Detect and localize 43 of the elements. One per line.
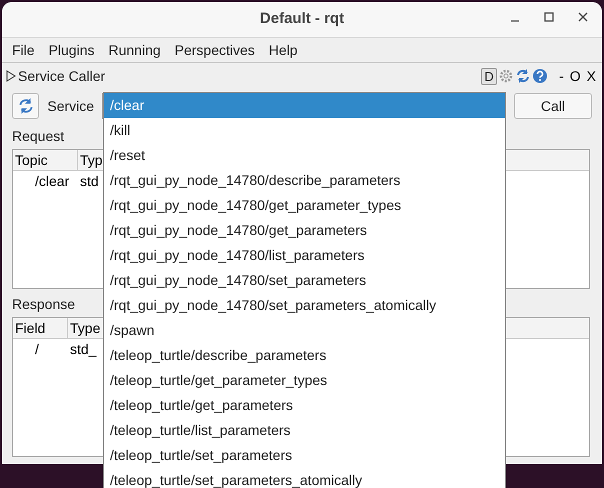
dropdown-item[interactable]: /teleop_turtle/set_parameters_atomically (104, 468, 505, 488)
section-label: Request (12, 126, 64, 146)
dropdown-item[interactable]: /teleop_turtle/describe_parameters (104, 343, 505, 368)
menu-item[interactable]: File (12, 40, 35, 60)
dropdown-item[interactable]: /rqt_gui_py_node_14780/get_parameters (104, 218, 505, 243)
dropdown-item[interactable]: /teleop_turtle/get_parameters (104, 393, 505, 418)
column-header[interactable]: Topic (13, 150, 78, 170)
dropdown-item[interactable]: /clear (104, 93, 505, 118)
tree-cell-text: std (79, 172, 100, 190)
dock-control[interactable]: O (570, 66, 581, 86)
dropdown-item[interactable]: /teleop_turtle/list_parameters (104, 418, 505, 443)
column-header[interactable]: Field (13, 318, 68, 338)
dropdown-item[interactable]: /teleop_turtle/get_parameter_types (104, 368, 505, 393)
menu-item[interactable]: Help (268, 40, 298, 60)
menu-item[interactable]: Running (108, 40, 161, 60)
refresh-button[interactable] (12, 93, 40, 119)
menu-item[interactable]: Perspectives (174, 40, 255, 60)
debug-button[interactable]: D (481, 68, 498, 84)
refresh-icon[interactable] (515, 68, 532, 84)
dropdown-item[interactable]: /rqt_gui_py_node_14780/set_parameters_atomically (104, 293, 505, 318)
close-icon[interactable] (578, 12, 588, 22)
dropdown-item[interactable]: /reset (104, 143, 505, 168)
service-label: Service (47, 96, 94, 116)
tree-cell-text: std_ (69, 340, 98, 359)
dock-control[interactable]: X (586, 66, 596, 86)
dropdown-item[interactable]: /rqt_gui_py_node_14780/list_parameters (104, 243, 505, 268)
maximize-icon[interactable] (544, 12, 554, 22)
dock-control[interactable]: - (559, 66, 564, 86)
dropdown-item[interactable]: /rqt_gui_py_node_14780/describe_parameters (104, 168, 505, 193)
window-title: Default - rqt (260, 9, 344, 30)
help-icon[interactable] (532, 68, 548, 84)
call-button[interactable]: Call (514, 93, 592, 119)
dropdown-item[interactable]: /kill (104, 118, 505, 143)
dropdown-item[interactable]: /rqt_gui_py_node_14780/get_parameter_types (104, 193, 505, 218)
plugin-title: Service Caller (18, 66, 106, 86)
tree-cell-text: /clear (34, 172, 70, 190)
dropdown-item[interactable]: /rqt_gui_py_node_14780/set_parameters (104, 268, 505, 293)
refresh-icon (16, 97, 35, 115)
triangle-icon[interactable] (6, 70, 16, 82)
dropdown-item[interactable]: /teleop_turtle/set_parameters (104, 443, 505, 468)
tree-cell-text: / (34, 340, 40, 358)
menu-item[interactable]: Plugins (48, 40, 94, 60)
section-label: Response (12, 294, 76, 314)
